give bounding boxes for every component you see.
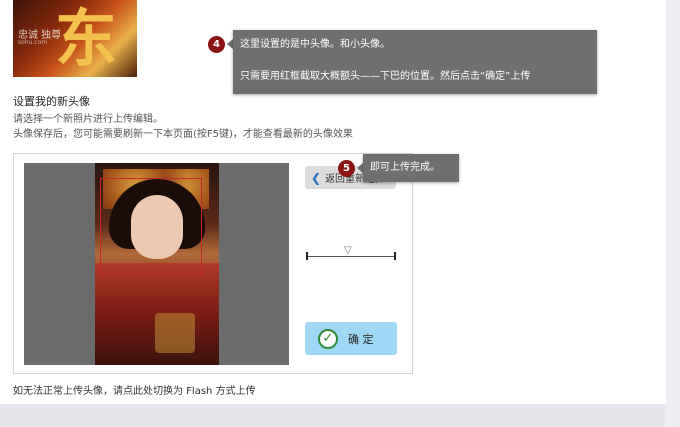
photo-ornament — [155, 313, 195, 353]
confirm-label: 确 定 — [348, 332, 374, 346]
avatar-editor: ❮ 返回重新选择 ▽ ✓ 确 定 — [13, 153, 413, 374]
slider-thumb-icon[interactable]: ▽ — [344, 246, 352, 256]
hint-refresh-page: 头像保存后，您可能需要刷新一下本页面(按F5键)，才能查看最新的头像效果 — [13, 129, 353, 140]
bottom-bar — [0, 404, 666, 427]
uploaded-photo — [95, 163, 219, 365]
tooltip-step-4: 这里设置的是中头像。和小头像。 只需要用红框截取大概额头——下巴的位置。然后点击… — [233, 30, 597, 94]
flash-upload-link[interactable]: 如无法正常上传头像，请点此处切换为 Flash 方式上传 — [13, 382, 256, 397]
step-badge-4: 4 — [208, 36, 225, 53]
section-title: 设置我的新头像 — [13, 95, 90, 108]
zoom-slider[interactable]: ▽ — [305, 246, 397, 262]
tooltip-step-5: 即可上传完成。 — [363, 154, 459, 182]
avatar-watermark-small: sohu.com — [18, 39, 48, 46]
confirm-button[interactable]: ✓ 确 定 — [305, 322, 397, 355]
crop-canvas[interactable] — [24, 163, 289, 365]
tooltip-4-line2: 只需要用红框截取大概额头——下巴的位置。然后点击“确定”上传 — [240, 71, 531, 82]
chevron-left-icon: ❮ — [311, 170, 322, 185]
tooltip-5-line1: 即可上传完成。 — [370, 162, 440, 173]
crop-selection-box[interactable] — [100, 178, 202, 275]
hint-select-photo: 请选择一个新照片进行上传编辑。 — [13, 114, 163, 125]
slider-end-right — [394, 252, 396, 260]
slider-track — [307, 256, 395, 257]
avatar-art-glyph: 东 — [55, 2, 118, 75]
step-badge-5: 5 — [338, 160, 355, 177]
scrollbar-area — [666, 0, 680, 427]
tooltip-4-line1: 这里设置的是中头像。和小头像。 — [240, 39, 390, 50]
slider-end-left — [306, 252, 308, 260]
current-avatar-image: 东 忠诚 独尊 sohu.com — [13, 0, 137, 77]
check-icon: ✓ — [318, 328, 338, 349]
